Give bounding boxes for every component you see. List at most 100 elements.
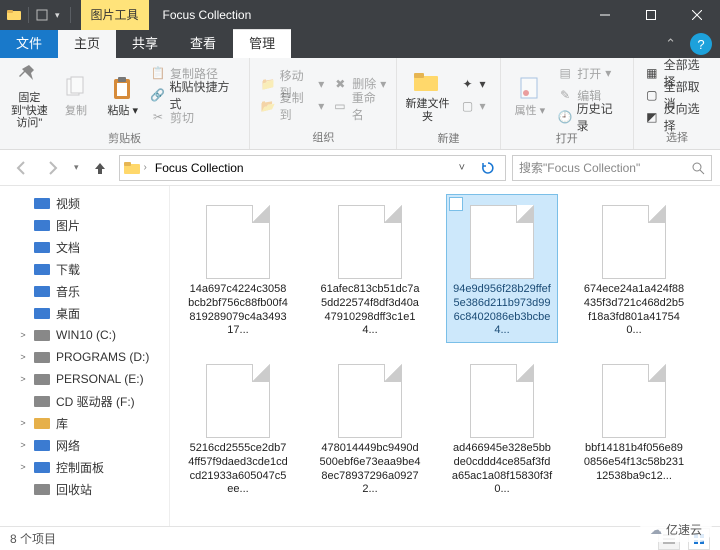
folder-icon (124, 161, 140, 175)
tree-item[interactable]: 音乐 (0, 280, 169, 302)
tree-item-label: 库 (56, 415, 68, 432)
tab-view[interactable]: 查看 (174, 30, 232, 58)
cut-button[interactable]: ✂剪切 (146, 106, 243, 128)
new-item-button[interactable]: ✦▾ (455, 73, 489, 95)
tab-file[interactable]: 文件 (0, 30, 58, 58)
open-icon: ▤ (557, 65, 573, 81)
drive-icon (34, 327, 50, 343)
chevron-right-icon[interactable]: › (144, 162, 147, 173)
properties-button[interactable]: 属性 ▾ (507, 60, 554, 130)
tree-item[interactable]: 文档 (0, 236, 169, 258)
nav-up-button[interactable] (87, 155, 113, 181)
tab-manage[interactable]: 管理 (233, 29, 291, 58)
search-box[interactable]: 搜索"Focus Collection" (512, 155, 712, 181)
tree-item[interactable]: 回收站 (0, 478, 169, 500)
qat-item-icon[interactable] (35, 8, 49, 22)
search-icon (691, 161, 705, 175)
tree-item[interactable]: > WIN10 (C:) (0, 324, 169, 346)
file-item[interactable]: ad466945e328e5bbde0cddd4ce85af3fda65ac1a… (446, 353, 558, 502)
open-button[interactable]: ▤打开 ▾ (553, 62, 627, 84)
tree-item[interactable]: CD 驱动器 (F:) (0, 390, 169, 412)
search-placeholder: 搜索"Focus Collection" (519, 159, 687, 176)
pin-button[interactable]: 固定到"快速访问" (6, 60, 53, 130)
expand-icon[interactable]: > (18, 374, 28, 384)
download-icon (34, 261, 50, 277)
invert-icon: ◩ (644, 109, 659, 125)
drive-icon (34, 371, 50, 387)
move-icon: 📁 (260, 76, 275, 92)
address-dropdown-button[interactable]: ˅ (453, 162, 471, 174)
library-icon (34, 415, 50, 431)
new-folder-button[interactable]: 新建文件夹 (403, 60, 451, 130)
tree-item[interactable]: > 库 (0, 412, 169, 434)
file-item[interactable]: bbf14181b4f056e890856e54f13c58b23112538b… (578, 353, 690, 502)
file-thumbnail (202, 199, 274, 279)
group-label: 剪贴板 (6, 130, 243, 148)
address-field[interactable]: › Focus Collection ˅ (119, 155, 506, 181)
tree-item-label: PERSONAL (E:) (56, 372, 144, 386)
tree-item[interactable]: 桌面 (0, 302, 169, 324)
edit-button[interactable]: ✎编辑 (553, 84, 627, 106)
help-button[interactable]: ? (690, 33, 712, 55)
file-item[interactable]: 478014449bc9490d500ebf6e73eaa9be48ec7893… (314, 353, 426, 502)
tree-item-label: 控制面板 (56, 459, 104, 476)
nav-forward-button[interactable] (40, 155, 66, 181)
tab-home[interactable]: 主页 (58, 30, 116, 58)
file-item[interactable]: 94e9d956f28b29ffef5e386d211b973d996c8402… (446, 194, 558, 343)
expand-icon[interactable]: > (18, 352, 28, 362)
tree-item[interactable]: > 控制面板 (0, 456, 169, 478)
checkbox[interactable] (449, 197, 463, 211)
close-button[interactable] (674, 0, 720, 30)
file-thumbnail (334, 358, 406, 438)
tree-item[interactable]: 下载 (0, 258, 169, 280)
tree-item-label: 图片 (56, 217, 80, 234)
new-icon: ✦ (459, 76, 475, 92)
file-item[interactable]: 674ece24a1a424f88435f3d721c468d2b5f18a3f… (578, 194, 690, 343)
tab-share[interactable]: 共享 (116, 30, 174, 58)
file-thumbnail (466, 199, 538, 279)
status-bar: 8 个项目 (0, 526, 720, 550)
tree-item-label: 音乐 (56, 283, 80, 300)
navigation-tree[interactable]: 视频 图片 文档 下载 音乐 桌面> WIN10 (C:)> PROGRAMS … (0, 186, 170, 526)
tree-item[interactable]: 图片 (0, 214, 169, 236)
folder-icon (6, 7, 22, 23)
rename-button[interactable]: ▭重命名 (328, 95, 390, 117)
window-title: Focus Collection (161, 8, 582, 22)
chevron-down-icon[interactable]: ▾ (51, 10, 64, 21)
tree-item[interactable]: > PERSONAL (E:) (0, 368, 169, 390)
nav-back-button[interactable] (8, 155, 34, 181)
easy-access-button[interactable]: ▢▾ (455, 95, 489, 117)
expand-icon[interactable]: > (18, 330, 28, 340)
maximize-button[interactable] (628, 0, 674, 30)
file-item[interactable]: 5216cd2555ce2db74ff57f9daed3cde1cdcd2193… (182, 353, 294, 502)
copy-path-button[interactable]: 📋复制路径 (146, 62, 243, 84)
tree-item[interactable]: 视频 (0, 192, 169, 214)
copy-button[interactable]: 复制 (53, 60, 100, 130)
copy-to-button[interactable]: 📂复制到 ▾ (256, 95, 328, 117)
file-name: 61afec813cb51dc7a5dd22574f8df3d40a479102… (319, 283, 421, 338)
breadcrumb[interactable]: Focus Collection (151, 161, 248, 175)
refresh-button[interactable] (475, 161, 501, 175)
file-name: 5216cd2555ce2db74ff57f9daed3cde1cdcd2193… (187, 442, 289, 497)
history-button[interactable]: 🕘历史记录 (553, 106, 627, 128)
file-name: ad466945e328e5bbde0cddd4ce85af3fda65ac1a… (451, 442, 553, 497)
group-label: 打开 (507, 130, 628, 148)
file-item[interactable]: 61afec813cb51dc7a5dd22574f8df3d40a479102… (314, 194, 426, 343)
invert-selection-button[interactable]: ◩反向选择 (640, 106, 714, 128)
tree-item[interactable]: > 网络 (0, 434, 169, 456)
file-content-area[interactable]: 14a697c4224c3058bcb2bf756c88fb00f4819289… (170, 186, 720, 526)
nav-history-button[interactable]: ▾ (72, 162, 81, 173)
file-item[interactable]: 14a697c4224c3058bcb2bf756c88fb00f4819289… (182, 194, 294, 343)
expand-icon[interactable]: > (18, 462, 28, 472)
image-icon (34, 217, 50, 233)
network-icon (34, 437, 50, 453)
minimize-button[interactable] (582, 0, 628, 30)
tree-item-label: WIN10 (C:) (56, 328, 116, 342)
ribbon-tabs: 文件 主页 共享 查看 管理 ⌃ ? (0, 30, 720, 58)
expand-icon[interactable]: > (18, 440, 28, 450)
group-label: 选择 (640, 129, 714, 147)
tree-item[interactable]: > PROGRAMS (D:) (0, 346, 169, 368)
expand-icon[interactable]: > (18, 418, 28, 428)
paste-shortcut-button[interactable]: 🔗粘贴快捷方式 (146, 84, 243, 106)
paste-button[interactable]: 粘贴 ▾ (99, 60, 146, 130)
